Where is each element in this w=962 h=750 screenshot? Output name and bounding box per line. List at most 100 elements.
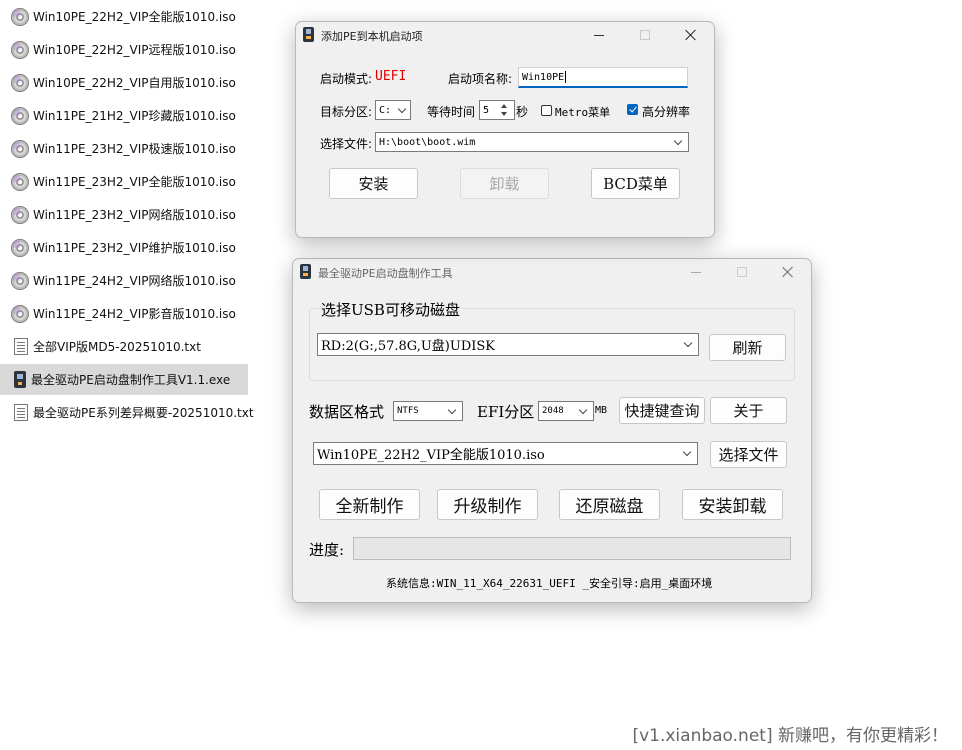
watermark-text: [v1.xianbao.net] 新赚吧，有你更精彩！ <box>632 726 948 746</box>
executable-icon <box>14 371 26 388</box>
disc-image-icon <box>11 7 29 26</box>
chevron-down-icon <box>673 136 683 145</box>
file-name: Win11PE_23H2_VIP全能版1010.iso <box>33 175 236 189</box>
file-item[interactable]: Win10PE_22H2_VIP远程版1010.iso <box>0 34 248 65</box>
file-item[interactable]: Win11PE_23H2_VIP维护版1010.iso <box>0 232 248 263</box>
metro-menu-label: Metro菜单 <box>555 106 611 119</box>
file-name: Win11PE_21H2_VIP珍藏版1010.iso <box>33 109 236 123</box>
disc-image-icon <box>11 106 29 125</box>
app-icon <box>300 264 311 279</box>
chevron-down-icon <box>397 104 407 113</box>
maximize-icon <box>737 267 747 277</box>
file-item[interactable]: Win11PE_24H2_VIP网络版1010.iso <box>0 265 248 296</box>
boot-file-select[interactable]: H:\boot\boot.wim <box>375 132 689 152</box>
metro-menu-checkbox[interactable] <box>541 105 552 116</box>
file-item[interactable]: Win10PE_22H2_VIP全能版1010.iso <box>0 1 248 32</box>
file-name: 最全驱动PE系列差异概要-20251010.txt <box>33 406 254 420</box>
file-name: Win10PE_22H2_VIP自用版1010.iso <box>33 76 236 90</box>
wait-time-spinner[interactable]: 5 <box>479 100 515 120</box>
text-file-icon <box>14 404 28 421</box>
dialog-title: 添加PE到本机启动项 <box>321 30 423 43</box>
file-item[interactable]: 最全驱动PE系列差异概要-20251010.txt <box>0 397 254 428</box>
close-button[interactable] <box>765 259 811 285</box>
disc-image-icon <box>11 304 29 323</box>
system-info: 系统信息:WIN_11_X64_22631_UEFI _安全引导:启用_桌面环境 <box>386 575 712 591</box>
new-make-button[interactable]: 全新制作 <box>319 489 420 520</box>
boot-name-label: 启动项名称: <box>448 72 513 86</box>
bcd-menu-button[interactable]: BCD菜单 <box>591 168 680 199</box>
disc-image-icon <box>11 271 29 290</box>
install-uninstall-button[interactable]: 安装卸载 <box>682 489 783 520</box>
file-name: Win10PE_22H2_VIP全能版1010.iso <box>33 10 236 24</box>
maximize-button[interactable] <box>622 22 668 48</box>
close-icon <box>782 266 794 278</box>
uninstall-button[interactable]: 卸载 <box>460 168 549 199</box>
chevron-down-icon <box>683 338 693 348</box>
close-button[interactable] <box>668 22 714 48</box>
close-icon <box>685 29 697 41</box>
efi-label: EFI分区 <box>477 403 535 421</box>
disc-image-icon <box>11 172 29 191</box>
efi-size-select[interactable]: 2048 <box>538 401 594 421</box>
iso-file-select[interactable]: Win10PE_22H2_VIP全能版1010.iso <box>313 442 698 465</box>
minimize-icon <box>594 34 604 36</box>
data-format-select[interactable]: NTFS <box>393 401 463 421</box>
maximize-button[interactable] <box>719 259 765 285</box>
upgrade-make-button[interactable]: 升级制作 <box>437 489 538 520</box>
high-resolution-checkbox[interactable] <box>627 104 638 115</box>
text-file-icon <box>14 338 28 355</box>
file-name: 全部VIP版MD5-20251010.txt <box>33 340 201 354</box>
restore-disk-button[interactable]: 还原磁盘 <box>559 489 660 520</box>
boot-mode-value: UEFI <box>375 69 407 84</box>
file-name: Win11PE_23H2_VIP网络版1010.iso <box>33 208 236 222</box>
file-item[interactable]: 最全驱动PE启动盘制作工具V1.1.exe <box>0 364 248 395</box>
minimize-button[interactable] <box>576 22 622 48</box>
app-icon <box>303 27 314 42</box>
main-titlebar[interactable]: 最全驱动PE启动盘制作工具 <box>293 259 811 285</box>
disc-image-icon <box>11 238 29 257</box>
shortcut-query-button[interactable]: 快捷键查询 <box>619 397 705 424</box>
file-item[interactable]: Win11PE_23H2_VIP极速版1010.iso <box>0 133 248 164</box>
file-item[interactable]: 全部VIP版MD5-20251010.txt <box>0 331 248 362</box>
efi-unit: MB <box>595 405 608 416</box>
text-cursor <box>565 71 567 83</box>
wait-time-label: 等待时间 <box>427 105 476 119</box>
boot-mode-label: 启动模式: <box>320 72 373 86</box>
chevron-down-icon <box>682 447 692 457</box>
disc-image-icon <box>11 205 29 224</box>
file-item[interactable]: Win11PE_24H2_VIP影音版1010.iso <box>0 298 248 329</box>
progress-label: 进度: <box>309 541 345 559</box>
wait-time-unit: 秒 <box>516 105 529 119</box>
file-name: Win10PE_22H2_VIP远程版1010.iso <box>33 43 236 57</box>
usb-group-label: 选择USB可移动磁盘 <box>319 299 462 320</box>
file-item[interactable]: Win11PE_23H2_VIP网络版1010.iso <box>0 199 248 230</box>
disc-image-icon <box>11 73 29 92</box>
about-button[interactable]: 关于 <box>710 397 787 424</box>
minimize-button[interactable] <box>673 259 719 285</box>
high-resolution-label: 高分辨率 <box>642 105 691 119</box>
choose-file-button[interactable]: 选择文件 <box>710 441 787 468</box>
dialog-titlebar[interactable]: 添加PE到本机启动项 <box>296 22 714 48</box>
file-name: Win11PE_24H2_VIP影音版1010.iso <box>33 307 236 321</box>
file-name: Win11PE_23H2_VIP维护版1010.iso <box>33 241 236 255</box>
main-tool-window: 最全驱动PE启动盘制作工具 选择USB可移动磁盘 RD:2(G:,57.8G,U… <box>292 258 812 603</box>
chevron-down-icon <box>578 405 588 414</box>
spinner-arrows-icon <box>500 104 509 116</box>
disc-image-icon <box>11 139 29 158</box>
disc-image-icon <box>11 40 29 59</box>
select-file-label: 选择文件: <box>320 137 373 151</box>
install-button[interactable]: 安装 <box>329 168 418 199</box>
file-item[interactable]: Win11PE_23H2_VIP全能版1010.iso <box>0 166 248 197</box>
minimize-icon <box>691 271 701 273</box>
file-item[interactable]: Win10PE_22H2_VIP自用版1010.iso <box>0 67 248 98</box>
add-boot-dialog: 添加PE到本机启动项 启动模式: UEFI 启动项名称: Win10PE 目标分… <box>295 21 715 238</box>
boot-name-input[interactable]: Win10PE <box>518 67 688 88</box>
file-item[interactable]: Win11PE_21H2_VIP珍藏版1010.iso <box>0 100 248 131</box>
target-partition-select[interactable]: C: <box>375 100 411 120</box>
usb-disk-select[interactable]: RD:2(G:,57.8G,U盘)UDISK <box>317 333 699 356</box>
maximize-icon <box>640 30 650 40</box>
refresh-button[interactable]: 刷新 <box>709 334 786 361</box>
main-window-title: 最全驱动PE启动盘制作工具 <box>318 267 453 280</box>
file-name: 最全驱动PE启动盘制作工具V1.1.exe <box>31 373 231 387</box>
data-format-label: 数据区格式 <box>309 403 385 421</box>
